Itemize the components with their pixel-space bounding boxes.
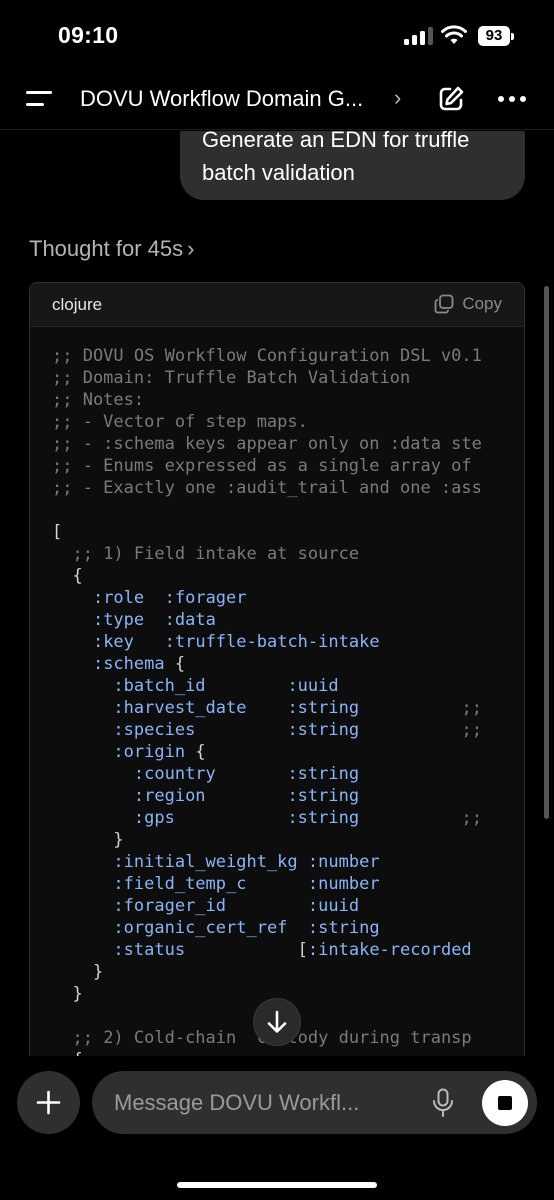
cellular-signal-icon xyxy=(404,27,434,45)
conversation-title[interactable]: DOVU Workflow Domain G... xyxy=(80,86,396,112)
code-line: :schema { xyxy=(92,654,186,674)
message-input[interactable] xyxy=(114,1071,414,1134)
code-line: :type :data xyxy=(92,610,216,630)
code-line: { xyxy=(52,566,83,586)
thought-toggle[interactable]: Thought for 45s › xyxy=(29,236,194,262)
code-line: { xyxy=(52,1049,482,1056)
chat-scroll-area[interactable]: Generate an EDN for truffle batch valida… xyxy=(0,131,554,1056)
code-line: :forager_id :uuid xyxy=(113,896,360,916)
thought-chevron-icon: › xyxy=(187,236,195,261)
battery-icon: 93 xyxy=(478,26,514,46)
microphone-icon[interactable] xyxy=(431,1088,455,1118)
code-line: :initial_weight_kg :number xyxy=(113,852,380,872)
code-line: ;; Notes: xyxy=(52,390,145,410)
hamburger-menu-icon[interactable] xyxy=(26,88,54,112)
message-field[interactable] xyxy=(92,1071,537,1134)
battery-level: 93 xyxy=(478,26,510,46)
wifi-icon xyxy=(441,25,467,44)
code-line: :gps :string ;; xyxy=(133,808,482,828)
copy-label: Copy xyxy=(462,294,502,313)
code-line: :region :string xyxy=(133,786,360,806)
code-line: ;; DOVU OS Workflow Configuration DSL v0… xyxy=(52,346,482,366)
code-line: :origin { xyxy=(113,742,206,762)
message-composer xyxy=(0,1056,554,1200)
chat-header: DOVU Workflow Domain G... › xyxy=(0,72,554,130)
code-line: ​ xyxy=(52,499,482,521)
code-line: [ xyxy=(52,522,63,542)
status-bar: 09:10 93 xyxy=(0,0,554,72)
thought-label: Thought for 45s xyxy=(29,236,184,261)
code-line: :country :string xyxy=(133,764,360,784)
code-line: } xyxy=(52,962,104,982)
title-chevron-icon[interactable]: › xyxy=(394,85,401,111)
code-line: :key :truffle-batch-intake xyxy=(92,632,380,652)
code-line: :species :string ;; xyxy=(113,720,482,740)
code-language-label: clojure xyxy=(52,295,103,314)
code-line: ;; - Vector of step maps. xyxy=(52,412,308,432)
code-line: :status [:intake-recorded xyxy=(113,940,472,960)
code-line: ;; 1) Field intake at source xyxy=(72,544,360,564)
ellipsis-icon[interactable] xyxy=(498,96,528,102)
home-indicator xyxy=(177,1182,377,1188)
scroll-to-bottom-button[interactable] xyxy=(253,998,301,1046)
stop-icon xyxy=(498,1096,512,1110)
scrollbar[interactable] xyxy=(544,286,549,819)
copy-icon xyxy=(434,294,454,314)
code-block: clojure Copy ;; DOVU OS Workflow Configu… xyxy=(29,282,525,1056)
arrow-down-icon xyxy=(267,1010,287,1033)
code-line: :field_temp_c :number xyxy=(113,874,380,894)
stop-button[interactable] xyxy=(482,1080,528,1126)
code-line: :harvest_date :string ;; xyxy=(113,698,482,718)
code-line: ;; - Exactly one :audit_trail and one :a… xyxy=(52,478,482,498)
code-line: ;; - Enums expressed as a single array o… xyxy=(52,456,472,476)
compose-icon[interactable] xyxy=(436,84,466,114)
plus-icon xyxy=(36,1090,61,1115)
status-time: 09:10 xyxy=(58,22,119,48)
code-line: ;; Domain: Truffle Batch Validation xyxy=(52,368,411,388)
copy-button[interactable]: Copy xyxy=(434,294,502,314)
code-content: ;; DOVU OS Workflow Configuration DSL v0… xyxy=(52,345,482,1056)
code-line: } xyxy=(52,830,124,850)
code-line: ;; - :schema keys appear only on :data s… xyxy=(52,434,482,454)
user-message-bubble: Generate an EDN for truffle batch valida… xyxy=(180,131,525,200)
add-attachment-button[interactable] xyxy=(17,1071,80,1134)
code-line: :role :forager xyxy=(92,588,247,608)
code-line: :organic_cert_ref :string xyxy=(113,918,380,938)
code-block-header: clojure Copy xyxy=(30,283,524,327)
code-line: :batch_id :uuid xyxy=(113,676,339,696)
